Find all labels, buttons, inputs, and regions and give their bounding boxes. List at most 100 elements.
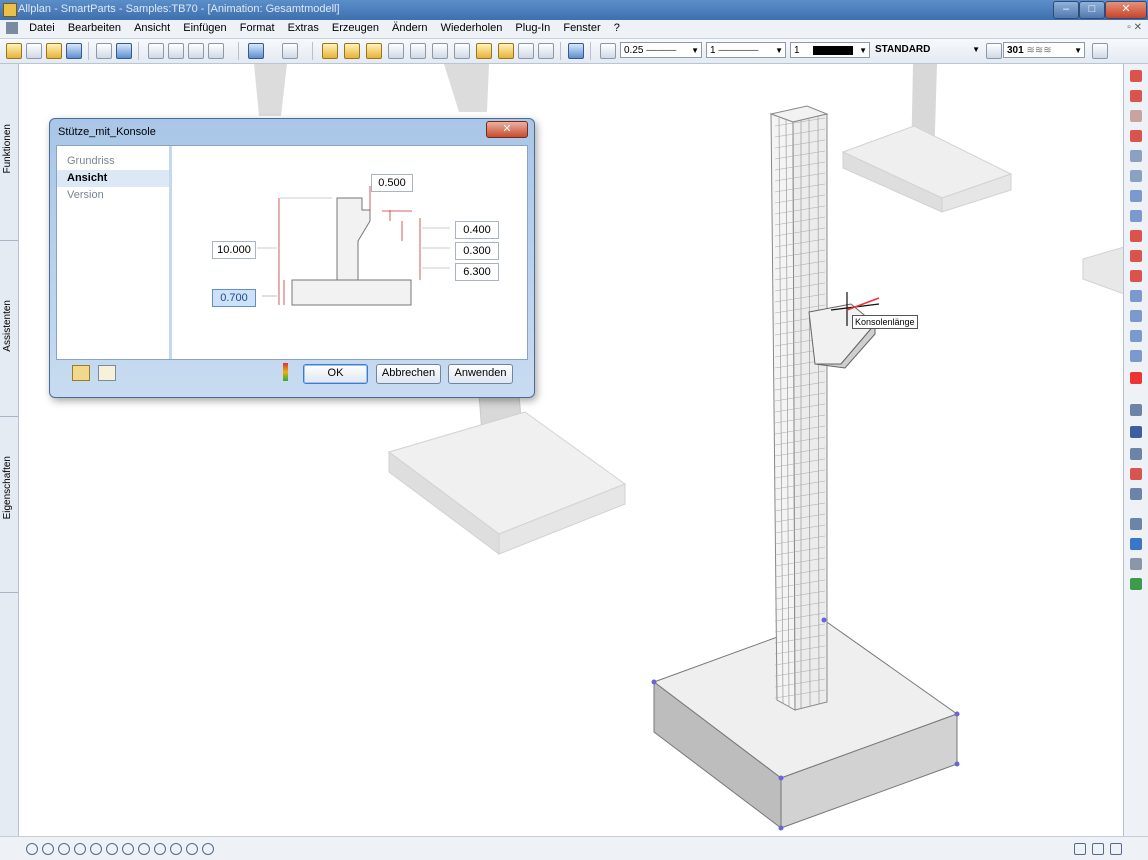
nav-version[interactable]: Version: [57, 187, 169, 204]
dim-input-top[interactable]: 0.500: [371, 174, 413, 192]
open-file-icon[interactable]: [46, 43, 62, 59]
building-structure-icon[interactable]: [410, 43, 426, 59]
copy-object-icon[interactable]: [1130, 190, 1142, 202]
fileset-icon[interactable]: [344, 43, 360, 59]
dim-input-console-2[interactable]: 0.300: [455, 242, 499, 260]
erase-icon[interactable]: [1130, 468, 1142, 480]
pan-icon[interactable]: [106, 843, 118, 855]
track-line-icon[interactable]: [1130, 90, 1142, 102]
mdi-controls[interactable]: ▫ ✕: [1127, 22, 1142, 33]
element-info-icon[interactable]: [1130, 488, 1142, 500]
settings-icon[interactable]: [202, 843, 214, 855]
close-button[interactable]: ✕: [1105, 1, 1147, 19]
reference-icon[interactable]: [366, 43, 382, 59]
measure-icon[interactable]: [1130, 448, 1142, 460]
menu-einfuegen[interactable]: Einfügen: [178, 20, 231, 37]
palette-icon[interactable]: [454, 43, 470, 59]
tab-functions[interactable]: Funktionen: [0, 64, 18, 241]
orbit-icon[interactable]: [154, 843, 166, 855]
menu-erzeugen[interactable]: Erzeugen: [327, 20, 384, 37]
scale-icon[interactable]: [1130, 350, 1142, 362]
format-painter-icon[interactable]: [208, 43, 224, 59]
funnel-icon[interactable]: [1130, 578, 1142, 590]
image-icon[interactable]: [432, 43, 448, 59]
animation-icon[interactable]: [538, 43, 554, 59]
maximize-button[interactable]: □: [1079, 1, 1105, 19]
menu-datei[interactable]: Datei: [24, 20, 60, 37]
menu-wiederholen[interactable]: Wiederholen: [436, 20, 508, 37]
format-properties-icon[interactable]: [1092, 43, 1108, 59]
zoom-previous-icon[interactable]: [58, 843, 70, 855]
layer-modify-icon[interactable]: [1130, 230, 1142, 242]
undo-view-icon[interactable]: [170, 843, 182, 855]
menu-extras[interactable]: Extras: [283, 20, 324, 37]
hatch-select[interactable]: 301 ≋≋≋ ▼: [1003, 42, 1085, 58]
rotate-icon[interactable]: [1130, 290, 1142, 302]
angle-icon[interactable]: [1130, 130, 1142, 142]
menu-format[interactable]: Format: [235, 20, 280, 37]
redo-view-icon[interactable]: [186, 843, 198, 855]
group-icon[interactable]: [1130, 250, 1142, 262]
tab-properties[interactable]: Eigenschaften: [0, 416, 18, 593]
open-project-icon[interactable]: [6, 43, 22, 59]
duplicate-icon[interactable]: [1130, 210, 1142, 222]
wizard-icon[interactable]: [476, 43, 492, 59]
dialog-close-button[interactable]: ✕: [486, 121, 528, 138]
zoom-all-icon[interactable]: [26, 843, 38, 855]
nav-ansicht[interactable]: Ansicht: [57, 170, 169, 187]
tab-assistants[interactable]: Assistenten: [0, 240, 18, 417]
save-icon[interactable]: [66, 43, 82, 59]
line-type-select[interactable]: 1 ———— ▼: [706, 42, 786, 58]
fit-icon[interactable]: [1110, 843, 1122, 855]
stretch-icon[interactable]: [1130, 310, 1142, 322]
menu-bearbeiten[interactable]: Bearbeiten: [63, 20, 126, 37]
delete-icon[interactable]: [1130, 372, 1142, 384]
zoom-in-icon[interactable]: [90, 843, 102, 855]
save-favorite-icon[interactable]: [98, 365, 116, 381]
redo-icon[interactable]: [282, 43, 298, 59]
smartparts-icon[interactable]: [498, 43, 514, 59]
print-preview-icon[interactable]: [96, 43, 112, 59]
apply-button[interactable]: Anwenden: [448, 364, 513, 384]
triangle-icon[interactable]: [1130, 150, 1142, 162]
layer-icon[interactable]: [322, 43, 338, 59]
zoom-out-icon[interactable]: [74, 843, 86, 855]
copy-icon[interactable]: [168, 43, 184, 59]
dim-input-console-3[interactable]: 6.300: [455, 263, 499, 281]
help-icon[interactable]: [568, 43, 584, 59]
eyedropper-icon[interactable]: [600, 43, 616, 59]
dim-input-footing[interactable]: 0.700: [212, 289, 256, 307]
menu-plugin[interactable]: Plug-In: [510, 20, 555, 37]
view-icon[interactable]: [138, 843, 150, 855]
parallel-icon[interactable]: [1130, 110, 1142, 122]
filter-window-icon[interactable]: [1130, 538, 1142, 550]
layer-select[interactable]: STANDARD ▼: [872, 42, 982, 58]
layer-stack-icon[interactable]: [1130, 426, 1142, 438]
menu-aendern[interactable]: Ändern: [387, 20, 432, 37]
snap-point-icon[interactable]: [1130, 70, 1142, 82]
move-icon[interactable]: [1092, 843, 1104, 855]
menu-fenster[interactable]: Fenster: [558, 20, 605, 37]
new-file-icon[interactable]: [26, 43, 42, 59]
minimize-button[interactable]: –: [1053, 1, 1079, 19]
pipette-icon[interactable]: [1130, 404, 1142, 416]
cut-icon[interactable]: [148, 43, 164, 59]
regenerate-icon[interactable]: [122, 843, 134, 855]
dim-input-console-1[interactable]: 0.400: [455, 221, 499, 239]
menu-ansicht[interactable]: Ansicht: [129, 20, 175, 37]
color-select[interactable]: 1 ▼: [790, 42, 870, 58]
paste-icon[interactable]: [188, 43, 204, 59]
cancel-button[interactable]: Abbrechen: [376, 364, 441, 384]
dim-input-height[interactable]: 10.000: [212, 241, 256, 259]
transform-icon[interactable]: [1130, 270, 1142, 282]
hatch-style-icon[interactable]: [986, 43, 1002, 59]
open-favorite-icon[interactable]: [72, 365, 90, 381]
pen-thickness-select[interactable]: 0.25 ——— ▼: [620, 42, 702, 58]
undo-icon[interactable]: [248, 43, 264, 59]
document-icon[interactable]: [6, 22, 18, 34]
menu-help[interactable]: ?: [609, 20, 625, 37]
window-layout-icon[interactable]: [1074, 843, 1086, 855]
plan-icon[interactable]: [388, 43, 404, 59]
3d-view-icon[interactable]: [518, 43, 534, 59]
zoom-window-icon[interactable]: [42, 843, 54, 855]
